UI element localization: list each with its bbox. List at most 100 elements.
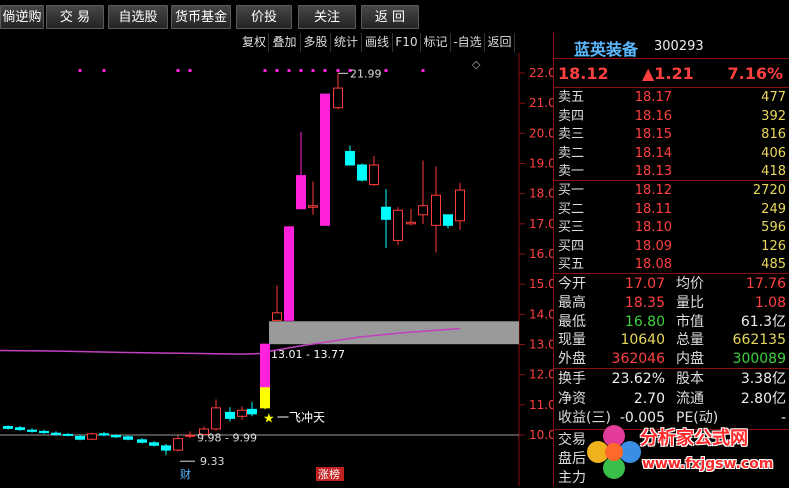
candle-body bbox=[161, 445, 171, 451]
quote-label: 均价 bbox=[676, 276, 704, 292]
candle-body bbox=[406, 221, 416, 225]
asks-row[interactable]: 卖三 18.15 816 bbox=[554, 125, 789, 144]
stock-name: 蓝英装备 bbox=[574, 40, 639, 59]
quote-value: 17.76 bbox=[745, 276, 786, 292]
last-price: 18.12 bbox=[558, 64, 609, 83]
flower-logo-icon bbox=[587, 425, 641, 479]
chart-tool-button[interactable]: F10 bbox=[393, 33, 421, 52]
signal-dot bbox=[299, 69, 303, 72]
y-tick-label: 22.00 bbox=[529, 66, 553, 80]
asks-price: 18.15 bbox=[634, 127, 672, 142]
chart-tool-button[interactable]: 复权 bbox=[240, 33, 269, 52]
asks-volume: 477 bbox=[761, 90, 786, 105]
bids-price: 18.11 bbox=[634, 201, 672, 217]
asks-row[interactable]: 卖二 18.14 406 bbox=[554, 144, 789, 163]
zone-label: 13.01 - 13.77 bbox=[271, 348, 345, 361]
asks-volume: 418 bbox=[761, 164, 786, 179]
candle-body bbox=[27, 429, 37, 432]
quote-value: 662135 bbox=[732, 332, 786, 349]
candle-body bbox=[333, 87, 343, 109]
candle-body bbox=[284, 226, 294, 321]
site-watermark: 分析家公式网 www.fxjgsw.com bbox=[584, 420, 789, 486]
asks-label: 卖三 bbox=[558, 127, 585, 142]
y-tick-label: 10.00 bbox=[529, 428, 553, 442]
asks-row[interactable]: 卖四 18.16 392 bbox=[554, 107, 789, 126]
candle-body bbox=[39, 430, 49, 434]
candle-body bbox=[345, 150, 355, 166]
candle-body bbox=[381, 206, 391, 220]
top-button[interactable]: 倘逆购 bbox=[0, 5, 44, 29]
quote-value: 1.08 bbox=[754, 294, 786, 311]
asks-label: 卖四 bbox=[558, 108, 585, 124]
pct-change: 7.16% bbox=[727, 64, 783, 83]
bids-label: 买四 bbox=[558, 238, 585, 254]
signal-dot bbox=[287, 69, 291, 72]
top-toolbar: 倘逆购交 易自选股 货币基金 价投 关注返 回 bbox=[0, 0, 789, 32]
top-button[interactable]: 返 回 bbox=[361, 5, 419, 29]
y-tick-label: 11.00 bbox=[529, 398, 553, 412]
quote-row: 现量 10640 总量 662135 bbox=[554, 331, 789, 350]
diamond-icon: ◇ bbox=[472, 58, 481, 71]
candlestick-chart[interactable]: 22.00 21.00 20.00 19.00 18.00 17.00 16.00 15.00… bbox=[0, 53, 553, 486]
asks-price: 18.16 bbox=[634, 108, 672, 124]
bids-row[interactable]: 买二 18.11 249 bbox=[554, 200, 789, 219]
price-change: ▲1.21 bbox=[642, 64, 694, 83]
asks-row[interactable]: 卖五 18.17 477 bbox=[554, 88, 789, 107]
quote-value: 17.07 bbox=[624, 276, 665, 292]
quote-label: 现量 bbox=[558, 332, 586, 349]
star-icon: ★ bbox=[263, 411, 275, 426]
top-button[interactable]: 交 易 bbox=[46, 5, 104, 29]
gap-label: 9.98 - 9.99 bbox=[197, 432, 257, 445]
bids-row[interactable]: 买一 18.12 2720 bbox=[554, 181, 789, 200]
signal-dot bbox=[102, 69, 106, 72]
candle-body bbox=[308, 205, 318, 208]
bids-row[interactable]: 买三 18.10 596 bbox=[554, 218, 789, 237]
price-zone bbox=[269, 321, 519, 345]
asks-label: 卖五 bbox=[558, 90, 585, 105]
chart-tool-button[interactable]: 标记 bbox=[421, 33, 451, 52]
y-tick-label: 13.00 bbox=[529, 338, 553, 352]
chart-tool-button[interactable]: 多股 bbox=[301, 33, 331, 52]
bids-row[interactable]: 买五 18.08 485 bbox=[554, 255, 789, 274]
quote-value: 10640 bbox=[620, 332, 665, 349]
chart-tool-button[interactable]: 叠加 bbox=[269, 33, 301, 52]
fundamental-row: 换手 23.62% 股本 3.38亿 bbox=[554, 370, 789, 389]
quote-label: 市值 bbox=[676, 313, 704, 330]
chart-tool-button[interactable]: 画线 bbox=[362, 33, 393, 52]
y-tick-label: 18.00 bbox=[529, 187, 553, 201]
asks-volume: 816 bbox=[761, 127, 786, 142]
top-button[interactable]: 货币基金 bbox=[171, 5, 231, 29]
quote-row: 最高 18.35 量比 1.08 bbox=[554, 294, 789, 313]
quote-value: 300089 bbox=[732, 351, 786, 368]
quote-label: 外盘 bbox=[558, 351, 586, 368]
top-button[interactable]: 价投 bbox=[236, 5, 292, 29]
y-tick-label: 12.00 bbox=[529, 368, 553, 382]
fundamental-label: 流通 bbox=[676, 390, 704, 407]
candle-body bbox=[320, 93, 330, 226]
candle-body bbox=[63, 433, 73, 436]
chart-tool-button[interactable]: -自选 bbox=[451, 33, 485, 52]
chart-tool-button[interactable]: 返回 bbox=[485, 33, 515, 52]
asks-volume: 406 bbox=[761, 145, 786, 161]
chart-tool-button[interactable]: 统计 bbox=[331, 33, 362, 52]
signal-dot bbox=[275, 69, 279, 72]
candle-body bbox=[393, 209, 403, 241]
candle-body bbox=[185, 434, 195, 437]
asks-price: 18.13 bbox=[634, 164, 672, 179]
candle-body bbox=[137, 439, 147, 443]
bids-label: 买二 bbox=[558, 201, 585, 217]
fundamental-value: 2.70 bbox=[633, 390, 665, 407]
asks-row[interactable]: 卖一 18.13 418 bbox=[554, 162, 789, 181]
quote-row: 今开 17.07 均价 17.76 bbox=[554, 275, 789, 294]
bids-row[interactable]: 买四 18.09 126 bbox=[554, 237, 789, 256]
candle-body bbox=[15, 427, 25, 431]
y-tick-label: 19.00 bbox=[529, 157, 553, 171]
top-button[interactable]: 自选股 bbox=[108, 5, 168, 29]
fundamental-value: 3.38亿 bbox=[740, 371, 786, 387]
marker-cai: 财 bbox=[180, 467, 191, 481]
candle-body bbox=[431, 194, 441, 226]
quote-value: 362046 bbox=[611, 351, 665, 368]
fundamental-value: 2.80亿 bbox=[740, 390, 786, 407]
fundamental-value: 23.62% bbox=[611, 371, 665, 387]
top-button[interactable]: 关注 bbox=[298, 5, 356, 29]
